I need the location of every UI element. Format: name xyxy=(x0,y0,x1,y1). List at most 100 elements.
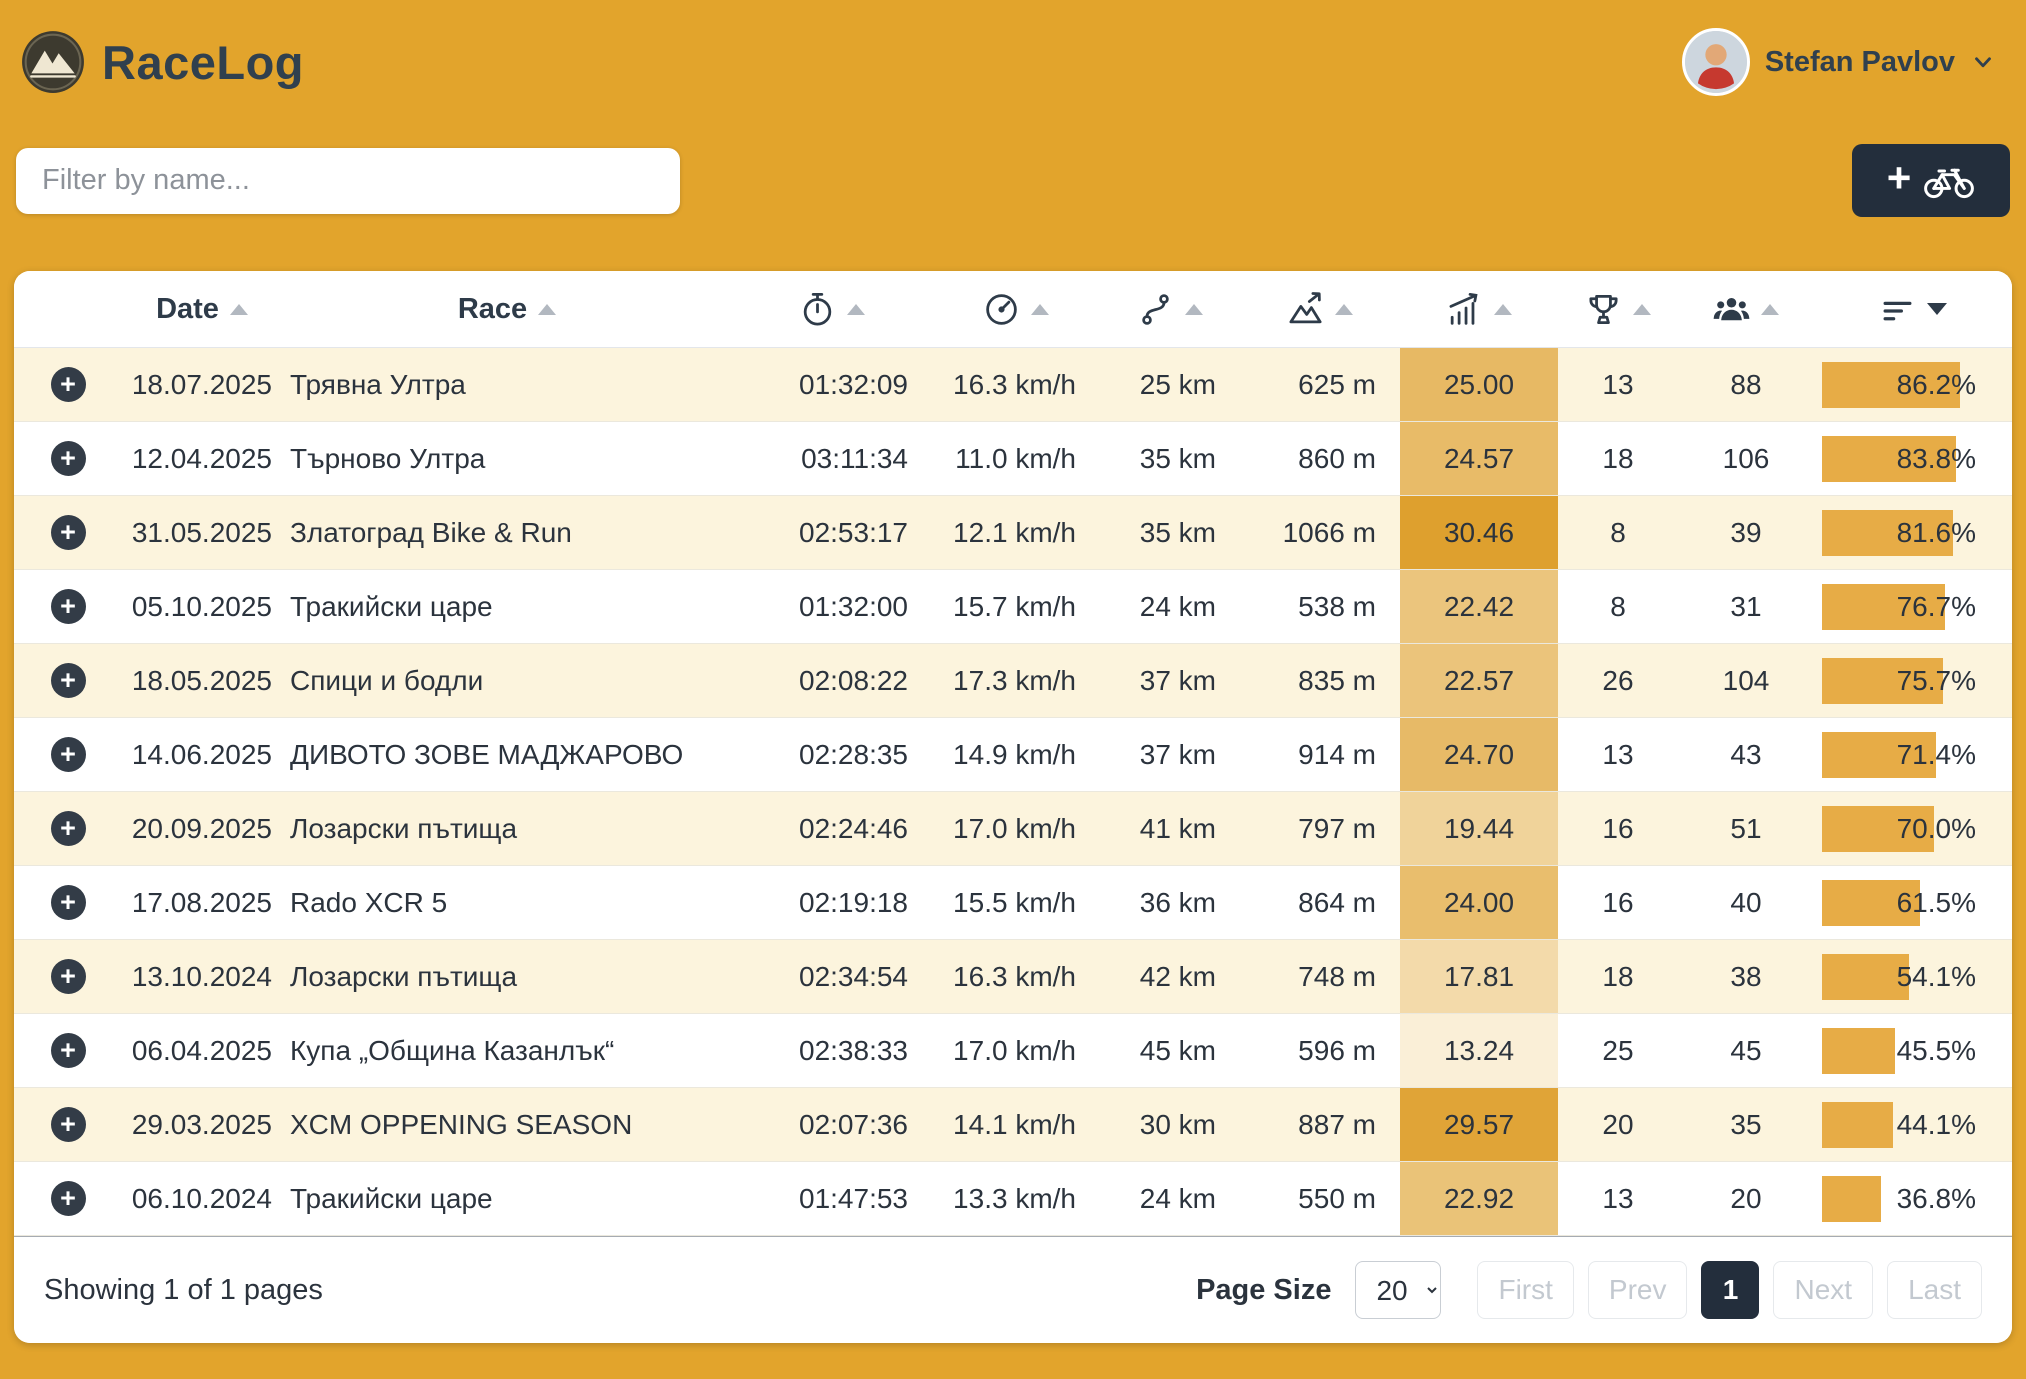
cell-expand: + xyxy=(14,718,122,792)
expand-row-button[interactable]: + xyxy=(51,515,86,550)
participants-icon xyxy=(1713,291,1750,328)
header-time[interactable] xyxy=(732,271,932,348)
expand-row-button[interactable]: + xyxy=(51,1181,86,1216)
cell-race: Купа „Община Казанлък“ xyxy=(282,1014,732,1088)
table-row: +05.10.2025Тракийски царе01:32:0015.7 km… xyxy=(14,570,2012,644)
expand-row-button[interactable]: + xyxy=(51,811,86,846)
cell-race: Rado XCR 5 xyxy=(282,866,732,940)
percent-text: 36.8% xyxy=(1897,1183,1976,1215)
expand-row-button[interactable]: + xyxy=(51,1107,86,1142)
expand-row-button[interactable]: + xyxy=(51,885,86,920)
cell-distance: 37 km xyxy=(1100,644,1240,718)
table-row: +18.07.2025Трявна Ултра01:32:0916.3 km/h… xyxy=(14,348,2012,422)
sort-asc-icon[interactable] xyxy=(1494,304,1512,315)
page-size-label: Page Size xyxy=(1196,1274,1331,1307)
expand-row-button[interactable]: + xyxy=(51,959,86,994)
header-date[interactable]: Date xyxy=(122,271,282,348)
cell-expand: + xyxy=(14,940,122,1014)
chevron-down-icon xyxy=(1970,49,1996,75)
cell-speed: 16.3 km/h xyxy=(932,940,1100,1014)
table-row: +06.04.2025Купа „Община Казанлък“02:38:3… xyxy=(14,1014,2012,1088)
current-page-button[interactable]: 1 xyxy=(1701,1261,1759,1319)
cell-race: Тракийски царе xyxy=(282,1162,732,1236)
cell-time: 02:53:17 xyxy=(732,496,932,570)
first-page-button[interactable]: First xyxy=(1477,1261,1573,1319)
percent-text: 54.1% xyxy=(1897,961,1976,993)
cell-score: 22.92 xyxy=(1400,1162,1558,1236)
cell-expand: + xyxy=(14,570,122,644)
cell-distance: 42 km xyxy=(1100,940,1240,1014)
header-elevation[interactable] xyxy=(1240,271,1400,348)
cell-speed: 15.5 km/h xyxy=(932,866,1100,940)
expand-row-button[interactable]: + xyxy=(51,1033,86,1068)
plus-icon: + xyxy=(1887,157,1912,199)
table-row: +18.05.2025Спици и бодли02:08:2217.3 km/… xyxy=(14,644,2012,718)
header-percentile[interactable] xyxy=(1814,271,2012,348)
cell-expand: + xyxy=(14,422,122,496)
cell-percent: 71.4% xyxy=(1814,718,2012,792)
header-speed[interactable] xyxy=(932,271,1100,348)
cell-date: 31.05.2025 xyxy=(122,496,282,570)
header-participants[interactable] xyxy=(1678,271,1814,348)
sort-asc-icon[interactable] xyxy=(1633,304,1651,315)
percent-text: 75.7% xyxy=(1897,665,1976,697)
cell-time: 02:07:36 xyxy=(732,1088,932,1162)
cell-score: 25.00 xyxy=(1400,348,1558,422)
sort-asc-icon[interactable] xyxy=(1761,304,1779,315)
header-position[interactable] xyxy=(1558,271,1678,348)
cell-elevation: 596 m xyxy=(1240,1014,1400,1088)
expand-row-button[interactable]: + xyxy=(51,737,86,772)
cell-percent: 70.0% xyxy=(1814,792,2012,866)
page-size-select[interactable]: 20 xyxy=(1355,1261,1441,1319)
sort-desc-icon[interactable] xyxy=(1927,303,1947,315)
sort-asc-icon[interactable] xyxy=(1335,304,1353,315)
header-expand xyxy=(14,271,122,348)
cell-percent: 61.5% xyxy=(1814,866,2012,940)
add-race-button[interactable]: + xyxy=(1852,144,2010,217)
last-page-button[interactable]: Last xyxy=(1887,1261,1982,1319)
cell-participants: 45 xyxy=(1678,1014,1814,1088)
cell-percent: 75.7% xyxy=(1814,644,2012,718)
header-race[interactable]: Race xyxy=(282,271,732,348)
expand-row-button[interactable]: + xyxy=(51,367,86,402)
table-row: +06.10.2024Тракийски царе01:47:5313.3 km… xyxy=(14,1162,2012,1236)
cell-score: 22.42 xyxy=(1400,570,1558,644)
cell-position: 18 xyxy=(1558,940,1678,1014)
prev-page-button[interactable]: Prev xyxy=(1588,1261,1688,1319)
sort-asc-icon[interactable] xyxy=(1185,304,1203,315)
cell-expand: + xyxy=(14,792,122,866)
next-page-button[interactable]: Next xyxy=(1773,1261,1873,1319)
sort-asc-icon[interactable] xyxy=(230,304,248,315)
cell-race: Лозарски пътища xyxy=(282,940,732,1014)
cell-date: 18.05.2025 xyxy=(122,644,282,718)
cell-position: 13 xyxy=(1558,718,1678,792)
route-icon xyxy=(1137,291,1174,328)
table-row: +13.10.2024Лозарски пътища02:34:5416.3 k… xyxy=(14,940,2012,1014)
bicycle-icon xyxy=(1923,162,1975,200)
expand-row-button[interactable]: + xyxy=(51,663,86,698)
sort-asc-icon[interactable] xyxy=(1031,304,1049,315)
cell-speed: 12.1 km/h xyxy=(932,496,1100,570)
user-name: Stefan Pavlov xyxy=(1765,46,1955,79)
cell-speed: 17.0 km/h xyxy=(932,792,1100,866)
expand-row-button[interactable]: + xyxy=(51,589,86,624)
header-distance[interactable] xyxy=(1100,271,1240,348)
cell-percent: 44.1% xyxy=(1814,1088,2012,1162)
app-title: RaceLog xyxy=(102,35,304,90)
sort-asc-icon[interactable] xyxy=(847,304,865,315)
cell-expand: + xyxy=(14,1014,122,1088)
user-menu[interactable]: Stefan Pavlov xyxy=(1682,28,1996,96)
expand-row-button[interactable]: + xyxy=(51,441,86,476)
showing-pages-text: Showing 1 of 1 pages xyxy=(44,1274,323,1307)
filter-input[interactable] xyxy=(16,148,680,214)
avatar[interactable] xyxy=(1682,28,1750,96)
cell-date: 14.06.2025 xyxy=(122,718,282,792)
cell-position: 8 xyxy=(1558,570,1678,644)
cell-position: 25 xyxy=(1558,1014,1678,1088)
sort-asc-icon[interactable] xyxy=(538,304,556,315)
cell-expand: + xyxy=(14,1162,122,1236)
header-score[interactable] xyxy=(1400,271,1558,348)
cell-position: 16 xyxy=(1558,866,1678,940)
cell-race: Трявна Ултра xyxy=(282,348,732,422)
mountain-badge-icon xyxy=(20,29,86,95)
